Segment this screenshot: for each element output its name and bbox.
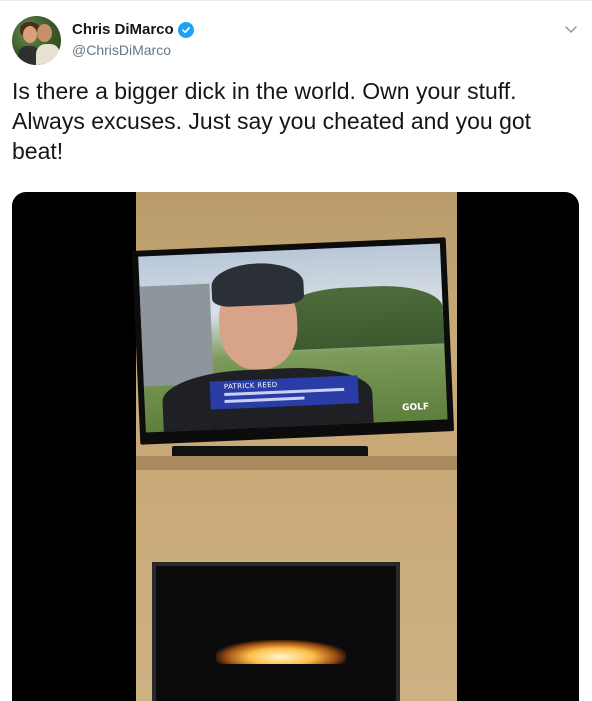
tweet-video[interactable]: PATRICK REED GOLF	[12, 192, 579, 701]
tv-screen: PATRICK REED GOLF	[138, 243, 448, 433]
display-name[interactable]: Chris DiMarco	[72, 21, 174, 38]
tweet-text-line-1: Is there a bigger dick in the world. Own…	[12, 78, 517, 104]
author-row[interactable]: Chris DiMarco	[72, 21, 194, 38]
tv-trees	[279, 283, 445, 351]
avatar[interactable]	[12, 16, 61, 65]
tv-person-cap	[210, 261, 305, 308]
tv-building	[139, 283, 214, 387]
video-tv: PATRICK REED GOLF	[131, 237, 455, 445]
verified-check-icon	[177, 21, 194, 38]
avatar-face-right	[37, 24, 52, 42]
handle[interactable]: @ChrisDiMarco	[72, 42, 171, 58]
tweet-text-line-2: Always excuses. Just say you cheated and…	[12, 108, 532, 134]
tweet-text-line-3: beat!	[12, 138, 64, 164]
tweet-text: Is there a bigger dick in the world. Own…	[12, 76, 577, 166]
chevron-down-icon[interactable]	[562, 20, 580, 38]
top-divider	[0, 0, 592, 1]
avatar-face-left	[23, 26, 37, 43]
tv-lower-third-subline-2	[224, 396, 305, 404]
fireplace-flame	[216, 640, 346, 664]
tv-lower-third-name: PATRICK REED	[223, 380, 278, 392]
tv-network-logo: GOLF	[401, 402, 430, 414]
avatar-body-right	[36, 44, 60, 65]
video-fireplace	[152, 562, 400, 701]
video-mantle	[136, 456, 457, 470]
